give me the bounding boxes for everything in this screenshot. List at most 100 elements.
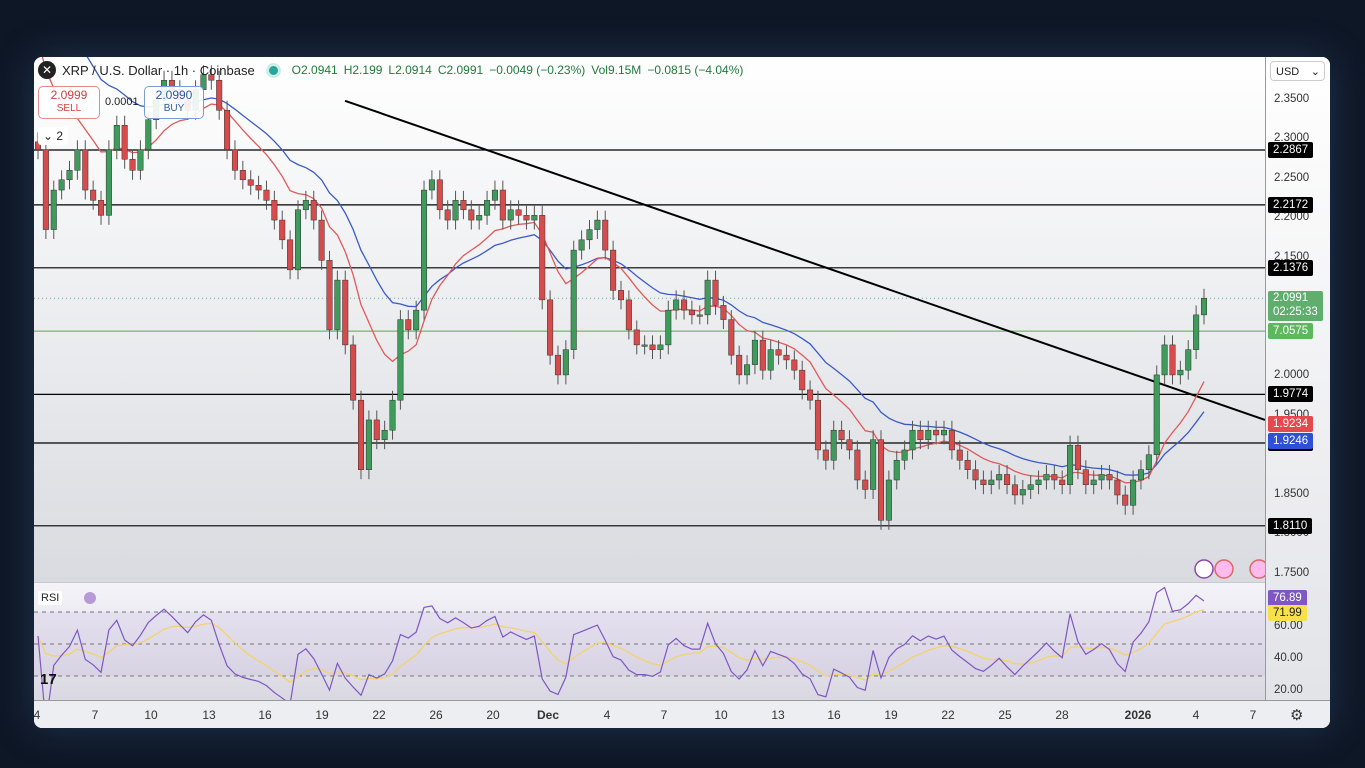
candle bbox=[239, 170, 246, 181]
last-price-tag: 2.0991 02:25:33 bbox=[1268, 291, 1323, 322]
rsi-settings-icon[interactable] bbox=[84, 592, 96, 604]
candle bbox=[1169, 344, 1176, 376]
level-price-tag: 1.9774 bbox=[1268, 386, 1314, 403]
candle bbox=[673, 299, 680, 311]
buy-button[interactable]: 2.0990 BUY bbox=[144, 86, 204, 119]
sell-button[interactable]: 2.0999 SELL bbox=[38, 86, 100, 119]
chevron-down-icon: ⌄ bbox=[42, 129, 54, 143]
candle bbox=[105, 149, 112, 216]
candle bbox=[452, 200, 459, 221]
ema-fast-line bbox=[41, 57, 1205, 484]
candle bbox=[1082, 469, 1089, 485]
candle bbox=[302, 200, 309, 211]
candle bbox=[1122, 494, 1129, 506]
rsi-tick-label: 20.00 bbox=[1274, 684, 1303, 696]
candle bbox=[121, 125, 128, 160]
symbol-header: ✕ XRP / U.S. Dollar · 1h · Coinbase O2.0… bbox=[38, 61, 743, 79]
candle bbox=[1004, 474, 1011, 485]
rsi-tick-label: 40.00 bbox=[1274, 652, 1303, 664]
candle bbox=[216, 79, 223, 111]
ema-fast-tag: 1.9234 bbox=[1268, 416, 1314, 433]
price-chart[interactable] bbox=[34, 57, 1265, 582]
collapse-indicators-button[interactable]: ⌄ 2 bbox=[38, 127, 68, 145]
candle bbox=[783, 354, 790, 361]
candle bbox=[491, 189, 498, 201]
candle bbox=[515, 209, 522, 216]
settings-gear-icon[interactable]: ⚙ bbox=[1290, 706, 1303, 724]
candle bbox=[814, 399, 821, 451]
candle bbox=[413, 309, 420, 331]
candle bbox=[1059, 479, 1066, 485]
candle bbox=[405, 319, 412, 331]
candle bbox=[712, 279, 719, 306]
candle bbox=[129, 158, 136, 171]
symbol-title[interactable]: XRP / U.S. Dollar · 1h · Coinbase bbox=[62, 63, 255, 78]
candle bbox=[917, 429, 924, 440]
candle bbox=[231, 149, 238, 171]
time-tick-label: 22 bbox=[372, 708, 386, 722]
rsi-pane[interactable]: RSI 17 bbox=[34, 582, 1265, 701]
candle bbox=[484, 200, 491, 216]
currency-select[interactable]: USD ⌄ bbox=[1270, 61, 1325, 81]
candle bbox=[696, 314, 703, 317]
ohlc-low: L2.0914 bbox=[388, 63, 432, 77]
price-tick-label: 1.7500 bbox=[1274, 566, 1310, 579]
candle bbox=[688, 309, 695, 316]
currency-value: USD bbox=[1276, 66, 1300, 78]
candle bbox=[941, 429, 948, 436]
candle bbox=[704, 279, 711, 316]
candle bbox=[562, 349, 569, 376]
candle bbox=[1145, 454, 1152, 470]
ohlc-close: C2.0991 bbox=[437, 63, 484, 77]
candle bbox=[444, 209, 451, 221]
candle bbox=[137, 149, 144, 171]
candle bbox=[350, 344, 357, 401]
level-price-tag: 2.2172 bbox=[1268, 196, 1314, 213]
price-pane[interactable]: ✕ XRP / U.S. Dollar · 1h · Coinbase O2.0… bbox=[34, 57, 1265, 582]
candle bbox=[972, 469, 979, 481]
candle bbox=[1185, 349, 1192, 371]
candle bbox=[948, 429, 955, 451]
candle bbox=[255, 185, 262, 191]
volume-change: −0.0815 (−4.04%) bbox=[647, 63, 744, 77]
price-axis[interactable]: USD⌄ 2.35002.30002.25002.20002.15002.050… bbox=[1265, 57, 1330, 700]
candle bbox=[507, 209, 514, 221]
candle bbox=[66, 170, 73, 181]
tradingview-logo-icon: 17 bbox=[40, 671, 57, 688]
candle bbox=[1090, 479, 1097, 485]
candle bbox=[728, 319, 735, 356]
time-tick-label: 20 bbox=[486, 708, 500, 722]
level-price-tag: 2.2867 bbox=[1268, 142, 1314, 158]
candle bbox=[870, 439, 877, 490]
rsi-chart[interactable] bbox=[34, 583, 1265, 701]
candle bbox=[531, 215, 538, 221]
candle bbox=[365, 419, 372, 470]
candle bbox=[744, 364, 751, 376]
candle bbox=[893, 459, 900, 481]
candle bbox=[381, 429, 388, 440]
candle bbox=[499, 189, 506, 221]
sell-price: 2.0999 bbox=[50, 88, 88, 102]
time-tick-label: 28 bbox=[1055, 708, 1069, 722]
candle bbox=[476, 215, 483, 221]
candle bbox=[862, 479, 869, 490]
candle bbox=[271, 200, 278, 221]
rsi-label[interactable]: RSI bbox=[38, 591, 63, 605]
candle bbox=[1193, 314, 1200, 350]
chart-window: ✕ XRP / U.S. Dollar · 1h · Coinbase O2.0… bbox=[34, 57, 1330, 728]
time-tick-label: 26 bbox=[429, 708, 443, 722]
candle bbox=[523, 215, 530, 221]
candle bbox=[1027, 484, 1034, 490]
candle bbox=[1011, 484, 1018, 496]
candle bbox=[58, 179, 65, 191]
ohlc-open: O2.0941 bbox=[291, 63, 338, 77]
candle bbox=[90, 189, 97, 201]
candle bbox=[1137, 469, 1144, 481]
time-axis[interactable]: 4 7 10 13 16 19 22 26 20 Dec 4 7 10 13 16 19 22 25 28 2026 4… bbox=[34, 700, 1330, 728]
candle bbox=[759, 339, 766, 371]
candle bbox=[570, 249, 577, 350]
candle bbox=[1043, 474, 1050, 481]
volume: Vol9.15M bbox=[591, 63, 642, 77]
time-tick-label: 22 bbox=[941, 708, 955, 722]
candle bbox=[1161, 344, 1168, 376]
